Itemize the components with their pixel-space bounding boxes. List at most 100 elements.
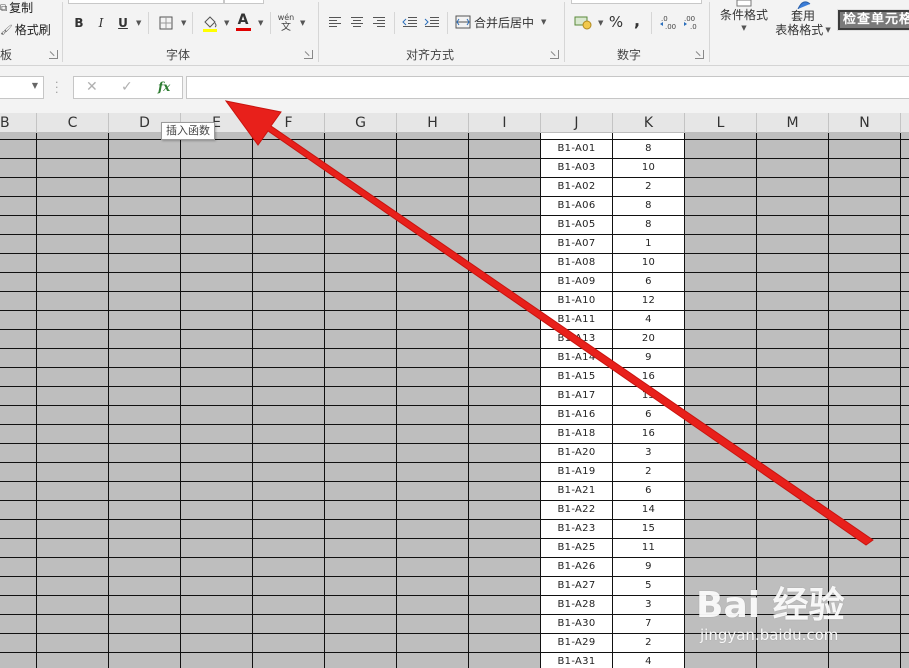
enter-icon[interactable]: ✓ bbox=[121, 79, 133, 95]
number-format-field[interactable] bbox=[571, 0, 702, 4]
cell-j[interactable]: B1-A08 bbox=[541, 253, 612, 272]
column-header-l[interactable]: L bbox=[685, 113, 757, 133]
cell-j[interactable]: B1-A10 bbox=[541, 291, 612, 310]
borders-button[interactable] bbox=[157, 14, 175, 32]
cell-k[interactable]: 14 bbox=[613, 500, 684, 519]
font-name-field[interactable] bbox=[68, 0, 224, 4]
accounting-dropdown-icon[interactable]: ▼ bbox=[598, 19, 603, 27]
decrease-indent-button[interactable] bbox=[401, 14, 419, 30]
formula-bar-resize-handle[interactable]: · · · bbox=[55, 77, 59, 98]
conditional-format-button[interactable]: 条件格式 ▼ bbox=[716, 0, 772, 40]
cell-j[interactable]: B1-A17 bbox=[541, 386, 612, 405]
borders-dropdown-icon[interactable]: ▼ bbox=[181, 19, 186, 27]
column-header-h[interactable]: H bbox=[397, 113, 469, 133]
cell-j[interactable]: B1-A19 bbox=[541, 462, 612, 481]
column-header-j[interactable]: J bbox=[541, 113, 613, 133]
cell-k[interactable]: 10 bbox=[613, 253, 684, 272]
check-cell-style[interactable]: 检查单元格 bbox=[837, 9, 909, 31]
cell-j[interactable]: B1-A14 bbox=[541, 348, 612, 367]
font-color-button[interactable]: A bbox=[234, 11, 252, 33]
cell-j[interactable]: B1-A09 bbox=[541, 272, 612, 291]
column-header-b[interactable]: B bbox=[0, 113, 37, 133]
accounting-format-button[interactable] bbox=[573, 13, 593, 31]
cancel-icon[interactable]: ✕ bbox=[86, 79, 98, 95]
column-header-c[interactable]: C bbox=[37, 113, 109, 133]
cell-k[interactable]: 16 bbox=[613, 367, 684, 386]
cell-k[interactable]: 2 bbox=[613, 177, 684, 196]
cell-j[interactable]: B1-A26 bbox=[541, 557, 612, 576]
cell-j[interactable]: B1-A13 bbox=[541, 329, 612, 348]
cell-k[interactable]: 8 bbox=[613, 215, 684, 234]
cell-k[interactable]: 6 bbox=[613, 405, 684, 424]
column-header-g[interactable]: G bbox=[325, 113, 397, 133]
phonetic-dropdown-icon[interactable]: ▼ bbox=[300, 19, 305, 27]
cell-k[interactable]: 11 bbox=[613, 538, 684, 557]
cell-j[interactable]: B1-A30 bbox=[541, 614, 612, 633]
cell-k[interactable]: 15 bbox=[613, 386, 684, 405]
cell-k[interactable]: 16 bbox=[613, 424, 684, 443]
comma-style-button[interactable]: , bbox=[630, 11, 644, 30]
cell-k[interactable]: 8 bbox=[613, 196, 684, 215]
insert-function-icon[interactable]: fx bbox=[158, 80, 170, 94]
cell-j[interactable]: B1-A29 bbox=[541, 633, 612, 652]
format-as-table-button[interactable]: 套用 表格格式 ▼ bbox=[772, 0, 834, 42]
cell-k[interactable]: 6 bbox=[613, 272, 684, 291]
cell-k[interactable]: 4 bbox=[613, 310, 684, 329]
cell-k[interactable]: 3 bbox=[613, 595, 684, 614]
cell-j[interactable]: B1-A15 bbox=[541, 367, 612, 386]
cell-j[interactable]: B1-A31 bbox=[541, 652, 612, 668]
cell-k[interactable]: 8 bbox=[613, 139, 684, 158]
font-dialog-launcher-icon[interactable] bbox=[304, 50, 313, 59]
phonetic-button[interactable]: wén 文 bbox=[276, 11, 296, 35]
cell-k[interactable]: 10 bbox=[613, 158, 684, 177]
align-left-button[interactable] bbox=[327, 14, 343, 30]
cell-k[interactable]: 3 bbox=[613, 443, 684, 462]
cell-k[interactable]: 9 bbox=[613, 557, 684, 576]
clipboard-dialog-launcher-icon[interactable] bbox=[49, 50, 58, 59]
font-color-dropdown-icon[interactable]: ▼ bbox=[258, 19, 263, 27]
cell-j[interactable]: B1-A03 bbox=[541, 158, 612, 177]
column-header-f[interactable]: F bbox=[253, 113, 325, 133]
cell-j[interactable]: B1-A02 bbox=[541, 177, 612, 196]
cell-k[interactable]: 7 bbox=[613, 614, 684, 633]
name-box-dropdown-icon[interactable]: ▼ bbox=[32, 81, 38, 90]
decrease-decimal-button[interactable]: .00.0 bbox=[682, 12, 700, 32]
font-size-field[interactable] bbox=[224, 0, 264, 4]
cell-j[interactable]: B1-A05 bbox=[541, 215, 612, 234]
fill-color-button[interactable] bbox=[200, 12, 220, 34]
cell-j[interactable]: B1-A07 bbox=[541, 234, 612, 253]
number-dialog-launcher-icon[interactable] bbox=[695, 50, 704, 59]
cell-j[interactable]: B1-A11 bbox=[541, 310, 612, 329]
cell-j[interactable]: B1-A06 bbox=[541, 196, 612, 215]
bold-button[interactable]: B bbox=[71, 14, 87, 32]
column-header-i[interactable]: I bbox=[469, 113, 541, 133]
cell-j[interactable]: B1-A16 bbox=[541, 405, 612, 424]
cell-k[interactable]: 4 bbox=[613, 652, 684, 668]
fill-color-dropdown-icon[interactable]: ▼ bbox=[224, 19, 229, 27]
cell-j[interactable]: B1-A28 bbox=[541, 595, 612, 614]
copy-button[interactable]: ⧉ 复制 bbox=[0, 1, 33, 15]
formula-input[interactable] bbox=[186, 76, 909, 99]
cell-k[interactable]: 9 bbox=[613, 348, 684, 367]
column-header-m[interactable]: M bbox=[757, 113, 829, 133]
cell-k[interactable]: 20 bbox=[613, 329, 684, 348]
cell-j[interactable]: B1-A01 bbox=[541, 139, 612, 158]
cell-k[interactable]: 2 bbox=[613, 462, 684, 481]
percent-button[interactable]: % bbox=[607, 13, 625, 31]
column-header-n[interactable]: N bbox=[829, 113, 901, 133]
cell-j[interactable]: B1-A27 bbox=[541, 576, 612, 595]
cell-k[interactable]: 5 bbox=[613, 576, 684, 595]
cell-j[interactable]: B1-A18 bbox=[541, 424, 612, 443]
increase-indent-button[interactable] bbox=[423, 14, 441, 30]
align-right-button[interactable] bbox=[371, 14, 387, 30]
cell-j[interactable]: B1-A23 bbox=[541, 519, 612, 538]
align-center-button[interactable] bbox=[349, 14, 365, 30]
cell-k[interactable]: 12 bbox=[613, 291, 684, 310]
cell-j[interactable]: B1-A21 bbox=[541, 481, 612, 500]
cell-k[interactable]: 2 bbox=[613, 633, 684, 652]
underline-button[interactable]: U bbox=[115, 14, 131, 32]
increase-decimal-button[interactable]: .0.00 bbox=[659, 12, 677, 32]
cell-k[interactable]: 15 bbox=[613, 519, 684, 538]
cell-k[interactable]: 1 bbox=[613, 234, 684, 253]
cell-k[interactable]: 6 bbox=[613, 481, 684, 500]
